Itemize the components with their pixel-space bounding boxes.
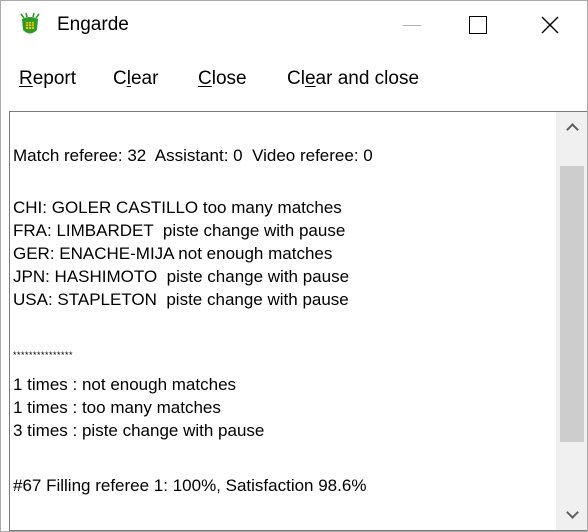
summary-line: 1 times : not enough matches [13, 375, 237, 394]
satisfaction-line: #67 Filling referee 1: 100%, Satisfactio… [13, 476, 367, 495]
close-icon [541, 16, 559, 34]
scroll-down-button[interactable] [556, 500, 587, 530]
report-text-area[interactable]: Match referee: 32 Assistant: 0 Video ref… [9, 111, 587, 531]
summary-line: 3 times : piste change with pause [13, 421, 265, 440]
maximize-button[interactable] [445, 1, 511, 49]
maximize-icon [469, 16, 487, 34]
fencer-mask-icon [20, 12, 40, 34]
menu-close[interactable]: Close [194, 59, 251, 99]
minimize-icon [403, 24, 421, 26]
minimize-button[interactable] [379, 1, 445, 49]
scroll-thumb[interactable] [560, 166, 584, 442]
chevron-up-icon [565, 123, 579, 136]
menu-clear-and-close[interactable]: Clear and close [283, 59, 423, 99]
menu-bar: Report Clear Close Clear and close [1, 49, 587, 111]
close-button[interactable] [513, 1, 587, 49]
vertical-scrollbar[interactable] [556, 112, 587, 530]
issue-line: FRA: LIMBARDET piste change with pause [13, 221, 346, 240]
separator-line: *************** [13, 350, 74, 360]
referee-count-line: Match referee: 32 Assistant: 0 Video ref… [13, 146, 373, 165]
menu-clear[interactable]: Clear [109, 59, 162, 99]
issue-line: GER: ENACHE-MIJA not enough matches [13, 244, 333, 263]
title-bar[interactable]: Engarde [1, 1, 587, 49]
issue-line: CHI: GOLER CASTILLO too many matches [13, 198, 342, 217]
issue-line: JPN: HASHIMOTO piste change with pause [13, 267, 350, 286]
engarde-window: Engarde Report Clear Close Clear and clo… [0, 0, 588, 532]
summary-line: 1 times : too many matches [13, 398, 221, 417]
issue-line: USA: STAPLETON piste change with pause [13, 290, 349, 309]
scroll-up-button[interactable] [556, 112, 587, 142]
window-title: Engarde [57, 14, 129, 35]
chevron-down-icon [565, 506, 579, 519]
menu-report[interactable]: Report [15, 59, 80, 99]
